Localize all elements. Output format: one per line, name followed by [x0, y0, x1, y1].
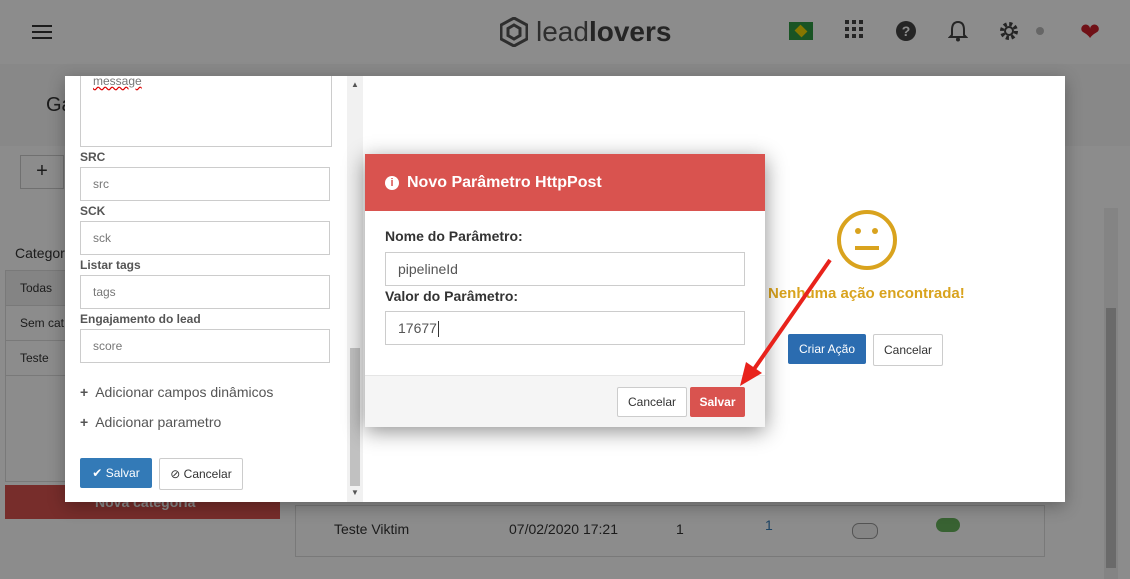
message-textarea[interactable]: message [80, 76, 332, 147]
sad-face-icon [837, 210, 897, 270]
save-action-button[interactable]: ✔ Salvar [80, 458, 152, 488]
new-parameter-modal: i Novo Parâmetro HttpPost Nome do Parâme… [365, 154, 765, 427]
empty-actions-message: Nenhuma ação encontrada! [768, 285, 965, 302]
modal-save-button[interactable]: Salvar [690, 387, 745, 417]
httppost-form: message SRC src SCK sck Listar tags tags… [65, 76, 363, 502]
info-icon: i [385, 176, 399, 190]
modal-cancel-button[interactable]: Cancelar [617, 387, 687, 417]
src-input[interactable]: src [80, 167, 330, 201]
scroll-down-icon[interactable]: ▼ [351, 488, 359, 497]
field-label-score: Engajamento do lead [80, 312, 201, 326]
add-parameter-link[interactable]: + Adicionar parametro [80, 414, 221, 430]
modal-footer: Cancelar Salvar [365, 375, 765, 427]
cancel-actions-button[interactable]: Cancelar [873, 334, 943, 366]
add-parameter-label: Adicionar parametro [95, 414, 222, 430]
parameter-value-label: Valor do Parâmetro: [385, 288, 519, 304]
parameter-name-input[interactable]: pipelineId [385, 252, 745, 286]
parameter-name-value: pipelineId [398, 261, 458, 277]
parameter-name-label: Nome do Parâmetro: [385, 228, 523, 244]
score-input[interactable]: score [80, 329, 330, 363]
field-label-tags: Listar tags [80, 258, 141, 272]
parameter-value-input[interactable]: 17677 [385, 311, 745, 345]
create-action-button[interactable]: Criar Ação [788, 334, 866, 364]
cancel-action-button[interactable]: ⊘ Cancelar [159, 458, 243, 490]
field-label-sck: SCK [80, 204, 106, 218]
sck-input[interactable]: sck [80, 221, 330, 255]
cancel-action-label: Cancelar [183, 467, 232, 481]
scroll-up-icon[interactable]: ▲ [351, 80, 359, 89]
field-label-src: SRC [80, 150, 106, 164]
textarea-text: message [93, 76, 142, 88]
parameter-value-value: 17677 [398, 320, 437, 336]
modal-header: i Novo Parâmetro HttpPost [365, 154, 765, 211]
add-dynamic-fields-label: Adicionar campos dinâmicos [95, 384, 274, 400]
add-dynamic-fields-link[interactable]: + Adicionar campos dinâmicos [80, 384, 273, 400]
modal-title: Novo Parâmetro HttpPost [407, 174, 602, 191]
save-action-label: Salvar [105, 466, 140, 480]
tags-input[interactable]: tags [80, 275, 330, 309]
form-scrollbar[interactable]: ▲ ▼ [347, 76, 363, 502]
